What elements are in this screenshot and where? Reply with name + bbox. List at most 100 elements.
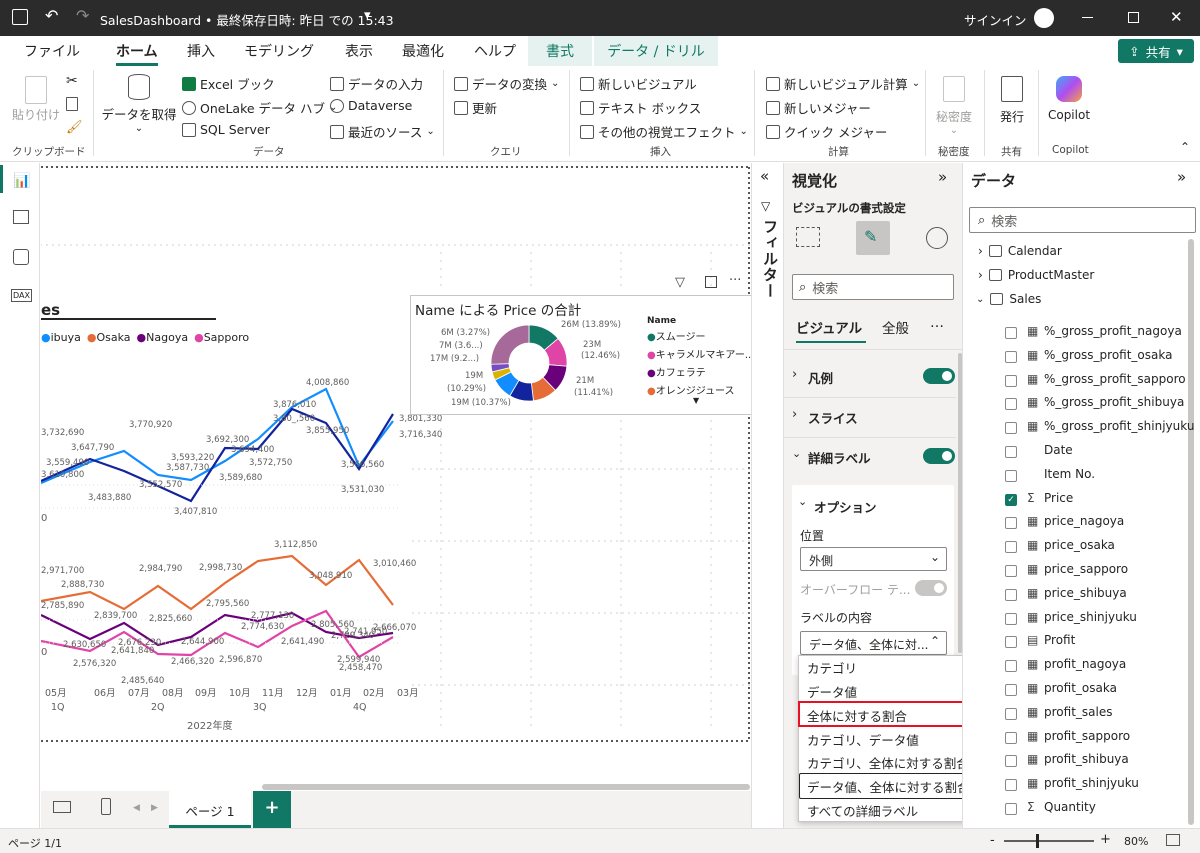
option-category-percent[interactable]: カテゴリ、全体に対する割合 — [807, 753, 969, 772]
field-checkbox[interactable]: ✓ — [1005, 493, 1017, 506]
field-label[interactable]: profit_sales — [1044, 705, 1112, 719]
field-checkbox[interactable] — [1005, 660, 1017, 673]
field-label[interactable]: Profit — [1044, 633, 1075, 647]
add-page-button[interactable]: + — [253, 791, 291, 828]
tab-format[interactable]: 書式 — [528, 36, 592, 66]
tab-modeling[interactable]: モデリング — [244, 41, 314, 61]
sensitivity-button[interactable]: 秘密度 ⌄ — [930, 74, 978, 136]
desktop-layout-icon[interactable] — [53, 801, 71, 813]
zoom-out-button[interactable]: - — [990, 833, 995, 848]
dataverse-button[interactable]: Dataverse — [330, 98, 412, 113]
dax-view-icon[interactable]: DAX — [11, 289, 32, 302]
donut-legend-item[interactable]: ●カフェラテ — [647, 365, 751, 383]
sql-server-button[interactable]: SQL Server — [182, 122, 270, 137]
next-page-icon[interactable]: ▶ — [151, 803, 158, 813]
option-data-value-percent[interactable]: データ値、全体に対する割合 — [807, 777, 970, 796]
data-collapse-icon[interactable]: » — [1177, 168, 1186, 186]
tab-general[interactable]: 全般 — [882, 317, 909, 337]
detail-labels-toggle[interactable] — [923, 448, 955, 464]
field-label[interactable]: Item No. — [1044, 467, 1095, 481]
slice-section[interactable]: › スライス — [784, 399, 956, 433]
legend-item-osaka[interactable]: ●Osaka — [87, 331, 131, 344]
viz-search-box[interactable]: ⌕ 検索 — [792, 274, 954, 300]
field-label[interactable]: %_gross_profit_nagoya — [1044, 324, 1182, 338]
field-checkbox[interactable] — [1005, 398, 1017, 411]
field-checkbox[interactable] — [1005, 588, 1017, 601]
tab-view[interactable]: 表示 — [345, 41, 373, 61]
field-checkbox[interactable] — [1005, 612, 1017, 625]
field-label[interactable]: Quantity — [1044, 800, 1096, 814]
cut-icon[interactable]: ✂ — [66, 73, 78, 89]
build-visual-icon[interactable] — [796, 227, 820, 247]
title-chevron-icon[interactable]: ▾ — [364, 8, 371, 23]
get-data-button[interactable]: データを取得 ⌄ — [100, 74, 178, 134]
redo-icon[interactable]: ↷ — [76, 6, 89, 25]
option-category[interactable]: カテゴリ — [807, 658, 857, 677]
legend-item-sapporo[interactable]: ●Sapporo — [194, 331, 249, 344]
enter-data-button[interactable]: データの入力 — [330, 74, 423, 93]
field-label[interactable]: profit_osaka — [1044, 681, 1117, 695]
table-calendar[interactable]: › Calendar — [978, 244, 1062, 258]
label-content-dropdown[interactable]: データ値、全体に対... ⌃ — [800, 631, 947, 655]
options-label[interactable]: オプション — [814, 497, 877, 516]
position-dropdown[interactable]: 外側 ⌄ — [800, 547, 947, 571]
field-label[interactable]: %_gross_profit_shibuya — [1044, 395, 1184, 409]
quick-measure-button[interactable]: クイック メジャー — [766, 122, 887, 141]
field-checkbox[interactable] — [1005, 469, 1017, 482]
field-checkbox[interactable] — [1005, 684, 1017, 696]
page-tab-1[interactable]: ページ 1 — [169, 791, 251, 828]
filter-visual-icon[interactable]: ▽ — [675, 275, 685, 290]
refresh-button[interactable]: 更新 — [454, 98, 497, 117]
detail-labels-section[interactable]: ⌄ 詳細ラベル — [784, 439, 956, 473]
tab-home[interactable]: ホーム — [116, 41, 158, 61]
tab-visual[interactable]: ビジュアル — [796, 317, 862, 337]
field-label[interactable]: profit_sapporo — [1044, 729, 1130, 743]
field-checkbox[interactable] — [1005, 636, 1017, 649]
avatar-icon[interactable] — [1034, 8, 1054, 28]
field-label[interactable]: %_gross_profit_shinjyuku — [1044, 419, 1194, 433]
donut-legend-item[interactable]: ●スムージー — [647, 329, 751, 347]
field-label[interactable]: price_sapporo — [1044, 562, 1128, 576]
filter-pane-collapsed[interactable]: « ▽ フィルター — [751, 163, 783, 828]
field-label[interactable]: price_shinjyuku — [1044, 610, 1137, 624]
fit-page-icon[interactable] — [1166, 834, 1180, 846]
option-all-detail-labels[interactable]: すべての詳細ラベル — [807, 801, 918, 820]
save-icon[interactable] — [12, 9, 28, 25]
tab-help[interactable]: ヘルプ — [474, 41, 516, 61]
prev-page-icon[interactable]: ◀ — [133, 803, 140, 813]
table-view-icon[interactable] — [13, 210, 29, 224]
field-checkbox[interactable] — [1005, 350, 1017, 363]
viz-collapse-icon[interactable]: » — [938, 168, 947, 186]
option-percent-of-total[interactable]: 全体に対する割合 — [807, 706, 907, 725]
field-checkbox[interactable] — [1005, 446, 1017, 458]
textbox-button[interactable]: テキスト ボックス — [580, 98, 701, 117]
field-label[interactable]: Date — [1044, 443, 1073, 457]
field-label[interactable]: profit_shibuya — [1044, 752, 1129, 766]
copy-icon[interactable] — [66, 97, 78, 111]
focus-mode-icon[interactable] — [705, 276, 717, 288]
option-category-data-value[interactable]: カテゴリ、データ値 — [807, 730, 919, 749]
field-checkbox[interactable] — [1005, 779, 1017, 792]
report-view-icon[interactable]: 📊 — [13, 173, 30, 189]
horizontal-scrollbar[interactable] — [262, 784, 750, 790]
paste-button[interactable]: 貼り付け — [10, 74, 62, 130]
maximize-icon[interactable] — [1128, 12, 1139, 23]
legend-more-icon[interactable]: ▼ — [693, 396, 699, 405]
field-label[interactable]: %_gross_profit_sapporo — [1044, 372, 1186, 386]
copilot-button[interactable]: Copilot — [1044, 74, 1094, 122]
mobile-layout-icon[interactable] — [101, 798, 111, 815]
zoom-slider[interactable] — [1004, 840, 1094, 842]
minimize-icon[interactable] — [1082, 17, 1093, 18]
table-productmaster[interactable]: › ProductMaster — [978, 268, 1094, 282]
recent-sources-button[interactable]: 最近のソース ⌄ — [330, 122, 435, 141]
field-label[interactable]: %_gross_profit_osaka — [1044, 348, 1172, 362]
signin-link[interactable]: サインイン — [964, 10, 1027, 29]
collapse-ribbon-icon[interactable]: ⌃ — [1180, 140, 1190, 154]
zoom-slider-thumb[interactable] — [1036, 834, 1039, 848]
tab-data-drill[interactable]: データ / ドリル — [594, 36, 718, 66]
tab-insert[interactable]: 挿入 — [187, 41, 215, 61]
field-checkbox[interactable] — [1005, 803, 1017, 815]
share-button[interactable]: ⇪ 共有 ▾ — [1118, 39, 1194, 63]
field-checkbox[interactable] — [1005, 565, 1017, 577]
tab-file[interactable]: ファイル — [24, 41, 80, 61]
